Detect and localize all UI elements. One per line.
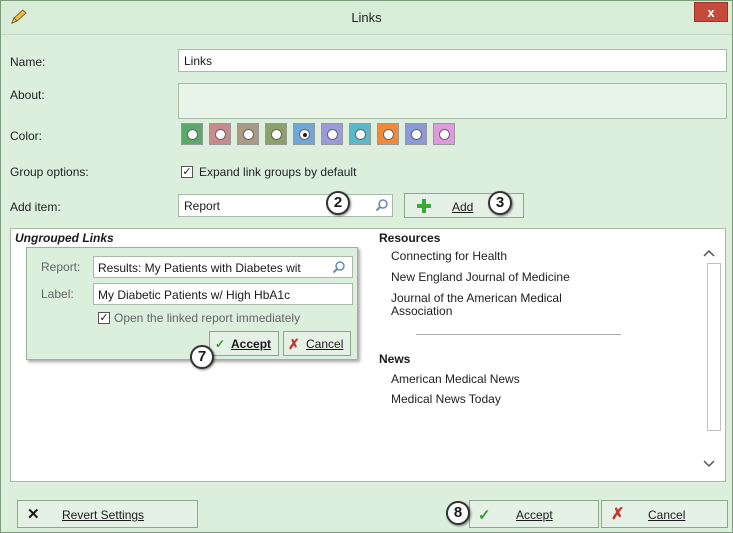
editor-accept-label: Accept	[231, 337, 272, 351]
open-immediately-label: Open the linked report immediately	[114, 311, 301, 325]
color-swatch[interactable]	[209, 123, 231, 145]
resource-link[interactable]: Journal of the American Medical Associat…	[391, 292, 611, 318]
close-button[interactable]: x	[694, 2, 728, 22]
color-swatch[interactable]	[237, 123, 259, 145]
color-radio	[243, 129, 254, 140]
links-dialog: Links x Name: Links About: Color: Group …	[0, 0, 733, 533]
link-editor-popup: Report: Results: My Patients with Diabet…	[26, 247, 358, 360]
color-swatch[interactable]	[433, 123, 455, 145]
color-radio	[299, 129, 310, 140]
color-radio	[355, 129, 366, 140]
name-label: Name:	[10, 55, 46, 69]
step-8-badge: 8	[446, 501, 470, 525]
add-item-input[interactable]: Report	[178, 194, 393, 217]
color-swatch[interactable]	[405, 123, 427, 145]
label-field[interactable]: My Diabetic Patients w/ High HbA1c	[93, 283, 353, 305]
scroll-down-arrow[interactable]	[701, 456, 717, 472]
revert-settings-button[interactable]: ✕ Revert Settings	[17, 500, 198, 528]
color-swatch[interactable]	[293, 123, 315, 145]
editor-cancel-label: Cancel	[306, 337, 344, 351]
color-radio	[271, 129, 282, 140]
news-link[interactable]: Medical News Today	[391, 392, 501, 406]
plus-icon	[416, 198, 432, 217]
editor-accept-button[interactable]: ✓ Accept	[209, 331, 279, 356]
resources-heading: Resources	[379, 231, 441, 245]
color-swatch[interactable]	[377, 123, 399, 145]
color-radio	[383, 129, 394, 140]
color-radio	[215, 129, 226, 140]
resource-link[interactable]: New England Journal of Medicine	[391, 270, 570, 284]
add-button-label: Add	[452, 200, 474, 214]
step-2-badge: 2	[326, 191, 350, 215]
report-field[interactable]: Results: My Patients with Diabetes wit	[93, 256, 353, 278]
editor-cancel-button[interactable]: ✗ Cancel	[283, 331, 351, 356]
scrollbar-thumb[interactable]	[707, 263, 721, 431]
x-icon: ✕	[27, 506, 40, 523]
color-swatch[interactable]	[181, 123, 203, 145]
accept-label: Accept	[516, 508, 553, 522]
checkmark-icon: ✓	[215, 337, 226, 351]
about-field[interactable]	[178, 83, 727, 119]
step-3-badge: 3	[488, 191, 512, 215]
cancel-label: Cancel	[648, 508, 686, 522]
resource-link[interactable]: Connecting for Health	[391, 249, 507, 263]
color-label: Color:	[10, 129, 43, 143]
color-swatch[interactable]	[321, 123, 343, 145]
name-field[interactable]: Links	[178, 49, 727, 72]
color-swatch[interactable]	[265, 123, 287, 145]
x-icon: ✗	[288, 336, 300, 352]
search-icon[interactable]	[332, 260, 346, 277]
cancel-button[interactable]: ✗ Cancel	[601, 500, 728, 528]
step-7-badge: 7	[190, 345, 214, 369]
title-bar: Links x	[1, 1, 732, 35]
color-radio	[187, 129, 198, 140]
color-radio	[411, 129, 422, 140]
label-label: Label:	[41, 287, 74, 301]
checkmark-icon: ✓	[478, 507, 491, 524]
revert-settings-label: Revert Settings	[62, 508, 145, 522]
group-options-label: Group options:	[10, 165, 89, 179]
add-item-label: Add item:	[10, 200, 61, 214]
window-title: Links	[351, 10, 382, 25]
color-swatch[interactable]	[349, 123, 371, 145]
about-label: About:	[10, 88, 45, 102]
accept-button[interactable]: ✓ Accept	[469, 500, 599, 528]
color-radio	[439, 129, 450, 140]
news-link[interactable]: American Medical News	[391, 372, 520, 386]
ungrouped-links-heading: Ungrouped Links	[15, 231, 114, 245]
x-icon: ✗	[611, 506, 625, 523]
open-immediately-checkbox[interactable]: ✓	[98, 312, 110, 324]
search-icon[interactable]	[375, 198, 389, 215]
expand-groups-label: Expand link groups by default	[199, 165, 357, 179]
report-label: Report:	[41, 260, 81, 274]
scroll-up-arrow[interactable]	[701, 245, 717, 261]
color-radio	[327, 129, 338, 140]
divider	[416, 334, 621, 335]
expand-groups-checkbox[interactable]: ✓	[181, 166, 193, 178]
news-heading: News	[379, 352, 411, 366]
